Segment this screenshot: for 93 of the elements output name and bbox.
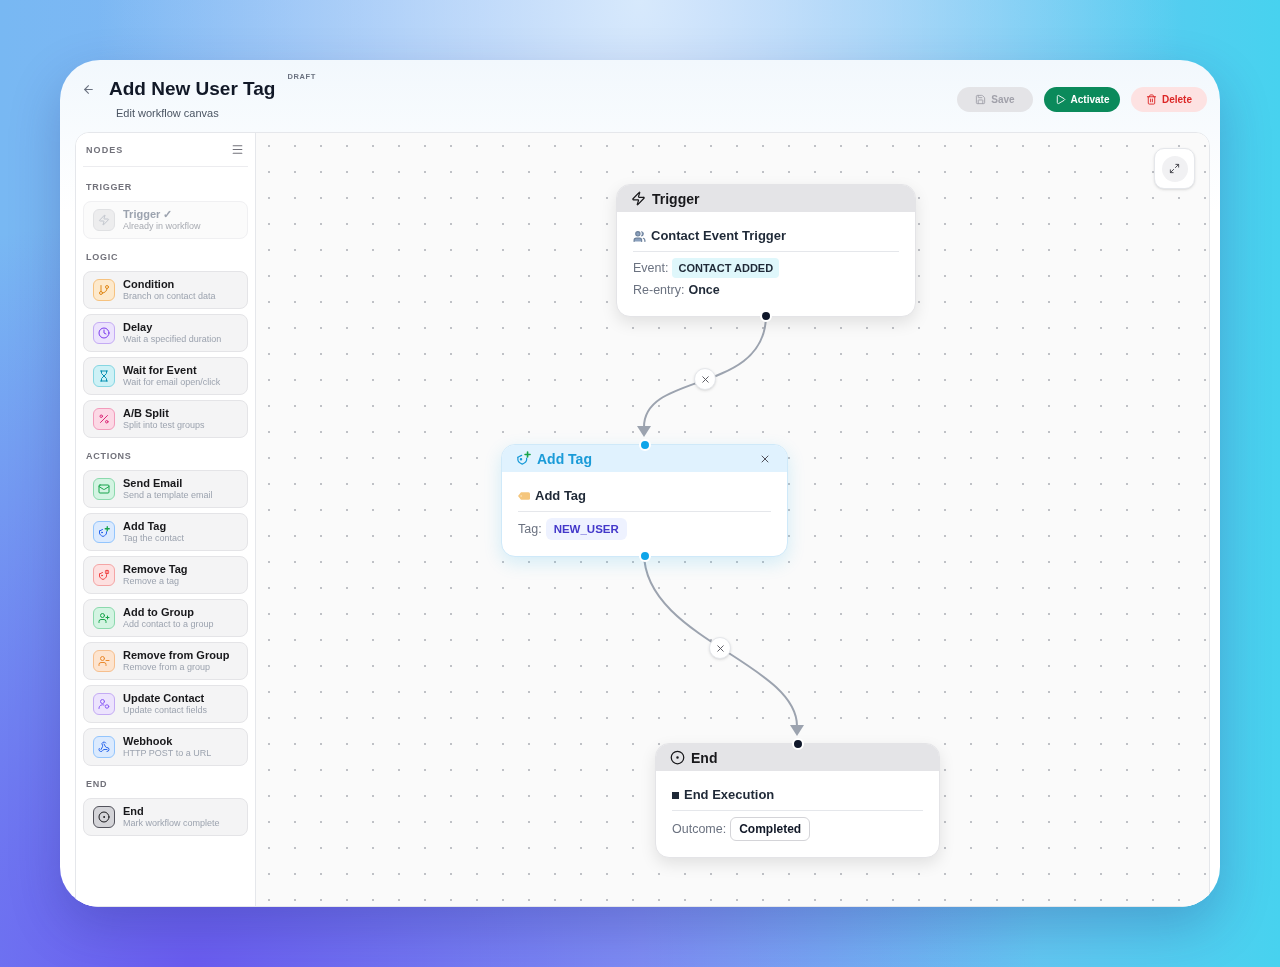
- item-description: Mark workflow complete: [123, 818, 220, 829]
- node-subtitle: Contact Event Trigger: [651, 227, 787, 245]
- item-description: Wait for email open/click: [123, 377, 221, 388]
- item-title: Delay: [123, 321, 154, 334]
- field-label: Re-entry:: [633, 281, 685, 299]
- item-description: HTTP POST to a URL: [123, 748, 212, 759]
- square-icon: [672, 791, 679, 799]
- item-title: Remove from Group: [123, 649, 230, 662]
- item-title: Remove Tag: [123, 563, 188, 576]
- item-description: Update contact fields: [123, 705, 208, 716]
- save-icon: [975, 94, 987, 105]
- remove-connection-button[interactable]: [694, 368, 716, 390]
- lightning-icon: [631, 191, 646, 206]
- palette-item[interactable]: Update Contact Update contact fields: [83, 685, 248, 723]
- item-description: Remove a tag: [123, 576, 181, 587]
- clock-icon: [93, 322, 115, 344]
- palette-item[interactable]: Remove from Group Remove from a group: [83, 642, 248, 680]
- user-minus-icon: [93, 650, 115, 672]
- item-title: Webhook: [123, 735, 174, 748]
- item-description: Remove from a group: [123, 662, 212, 673]
- connection-handle[interactable]: [638, 550, 651, 562]
- tag-icon: [518, 492, 530, 500]
- node-title: Add Tag: [537, 449, 592, 468]
- item-description: Split into test groups: [123, 420, 205, 431]
- lightning-icon: [93, 209, 115, 231]
- percent-icon: [93, 408, 115, 430]
- menu-icon[interactable]: [231, 143, 244, 156]
- item-description: Send a template email: [123, 490, 213, 501]
- play-icon: [1054, 94, 1066, 105]
- connection-handle[interactable]: [638, 439, 651, 451]
- tag-minus-icon: [93, 564, 115, 586]
- item-title: Update Contact: [123, 692, 206, 705]
- field-value: Once: [688, 283, 720, 297]
- section-label: TRIGGER: [85, 181, 134, 193]
- item-description: Already in workflow: [123, 221, 201, 232]
- event-badge: CONTACT ADDED: [672, 258, 780, 278]
- trash-icon: [1146, 94, 1157, 105]
- expand-icon: [1161, 155, 1188, 182]
- palette-item[interactable]: A/B Split Split into test groups: [83, 400, 248, 438]
- webhook-icon: [93, 736, 115, 758]
- tag-plus-icon: [93, 521, 115, 543]
- field-label: Outcome:: [672, 820, 727, 838]
- item-title: Add to Group: [123, 606, 195, 619]
- remove-connection-button[interactable]: [709, 637, 731, 659]
- item-title: Wait for Event: [123, 364, 198, 377]
- close-icon: [699, 373, 711, 385]
- outcome-badge: Completed: [730, 817, 811, 841]
- arrow-left-icon: [81, 82, 95, 96]
- item-description: Wait a specified duration: [123, 334, 222, 345]
- palette-item[interactable]: Add to Group Add contact to a group: [83, 599, 248, 637]
- section-label: LOGIC: [85, 251, 120, 263]
- tag-badge: NEW_USER: [545, 518, 627, 540]
- delete-button[interactable]: Delete: [1131, 87, 1207, 112]
- user-plus-icon: [93, 607, 115, 629]
- palette-item[interactable]: Wait for Event Wait for email open/click: [83, 357, 248, 395]
- field-label: Event:: [633, 259, 669, 277]
- item-title: Condition: [123, 278, 176, 291]
- connection-handle[interactable]: [791, 738, 804, 750]
- target-icon: [93, 806, 115, 828]
- palette-item[interactable]: Delay Wait a specified duration: [83, 314, 248, 352]
- page-title: Add New User Tag: [109, 78, 276, 100]
- item-description: Add contact to a group: [123, 619, 214, 630]
- close-icon: [714, 642, 726, 654]
- item-title: Add Tag: [123, 520, 168, 533]
- item-title: End: [123, 805, 145, 818]
- connection-handle[interactable]: [760, 310, 772, 322]
- palette-item[interactable]: Add Tag Tag the contact: [83, 513, 248, 551]
- node-subtitle: Add Tag: [535, 487, 587, 505]
- item-description: Branch on contact data: [123, 291, 216, 302]
- section-label: ACTIONS: [85, 450, 133, 462]
- page-subtitle: Edit workflow canvas: [116, 107, 220, 120]
- item-description: Tag the contact: [123, 533, 185, 544]
- item-title: A/B Split: [123, 407, 170, 420]
- branch-icon: [93, 279, 115, 301]
- palette-item[interactable]: Remove Tag Remove a tag: [83, 556, 248, 594]
- people-icon: [633, 229, 646, 243]
- palette-item[interactable]: Send Email Send a template email: [83, 470, 248, 508]
- palette-item[interactable]: End Mark workflow complete: [83, 798, 248, 836]
- node-subtitle: End Execution: [684, 786, 775, 804]
- target-icon: [670, 750, 685, 765]
- section-label: END: [85, 778, 109, 790]
- palette-item[interactable]: Condition Branch on contact data: [83, 271, 248, 309]
- palette-item[interactable]: Webhook HTTP POST to a URL: [83, 728, 248, 766]
- node-title: End: [691, 748, 718, 767]
- mail-icon: [93, 478, 115, 500]
- item-title: Trigger ✓: [123, 208, 174, 221]
- activate-button[interactable]: Activate: [1044, 87, 1120, 112]
- item-title: Send Email: [123, 477, 184, 490]
- palette-title: NODES: [86, 143, 124, 156]
- node-title: Trigger: [652, 189, 700, 208]
- hourglass-icon: [93, 365, 115, 387]
- field-label: Tag:: [518, 520, 542, 538]
- tag-plus-icon: [516, 451, 531, 466]
